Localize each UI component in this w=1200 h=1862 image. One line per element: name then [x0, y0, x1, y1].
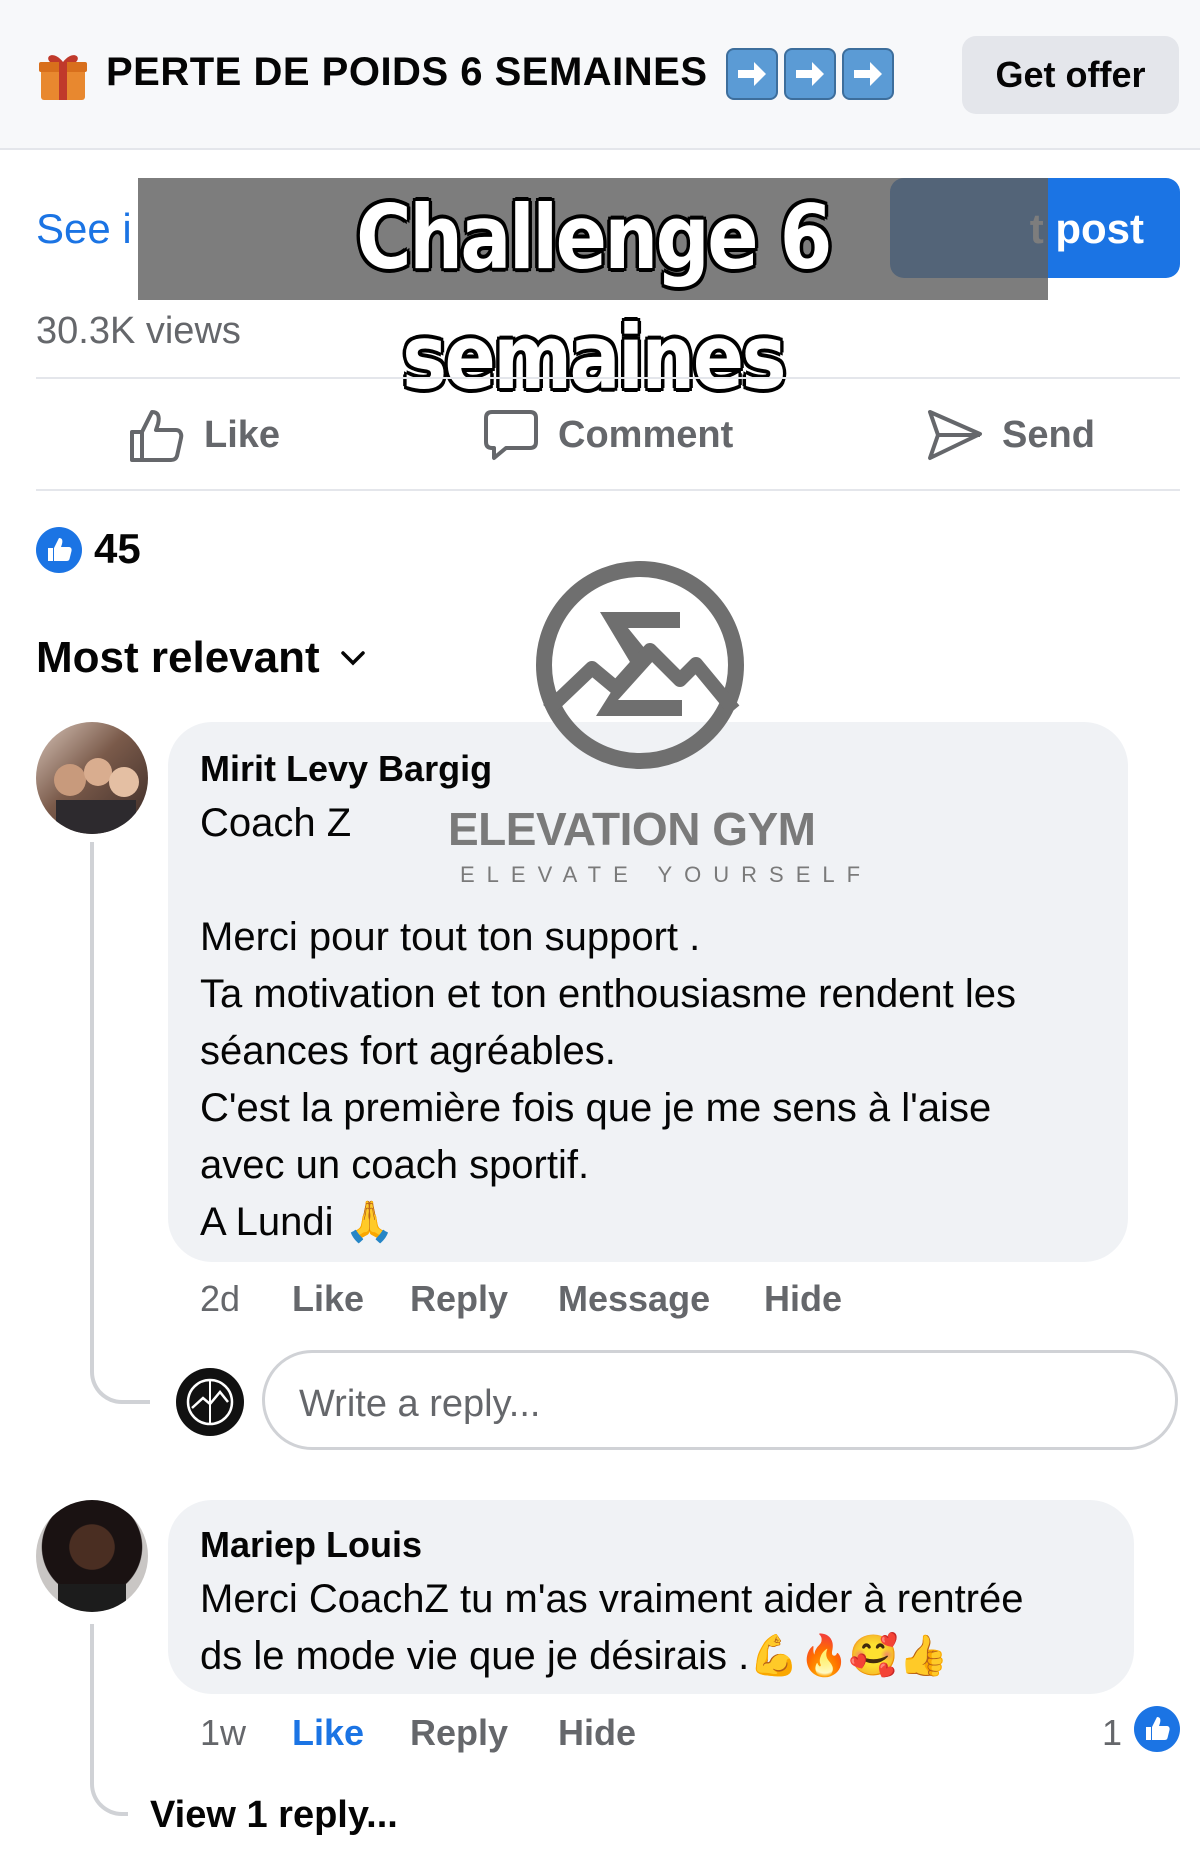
comment-like-count[interactable]: 1	[1102, 1712, 1122, 1754]
right-arrow-icon	[784, 48, 836, 100]
gym-tagline: ELEVATE YOURSELF	[460, 862, 873, 887]
right-arrow-icon	[842, 48, 894, 100]
like-action-button[interactable]: Like	[128, 400, 280, 470]
elevation-gym-logo	[530, 560, 750, 770]
send-action-label: Send	[1002, 413, 1095, 456]
comment-timestamp: 1w	[200, 1712, 247, 1753]
comment-like-button[interactable]: Like	[292, 1712, 364, 1754]
get-offer-button[interactable]: Get offer	[962, 36, 1179, 114]
speech-bubble-icon	[484, 410, 538, 460]
comment-timestamp: 2d	[200, 1278, 241, 1319]
comment-reply-button[interactable]: Reply	[410, 1278, 508, 1320]
gift-icon	[36, 48, 90, 102]
page-avatar	[176, 1368, 244, 1436]
caption-text: Challenge 6 semaines	[356, 186, 832, 409]
comment-sort-dropdown[interactable]: Most relevant	[36, 633, 366, 683]
comment-action-button[interactable]: Comment	[482, 400, 733, 470]
view-count: 30.3K views	[36, 310, 241, 352]
reply-input[interactable]: Write a reply...	[262, 1350, 1178, 1450]
send-icon	[928, 410, 982, 460]
comment-action-label: Comment	[558, 413, 734, 456]
like-reaction-icon	[1134, 1706, 1180, 1752]
video-caption-overlay: Challenge 6 semaines	[138, 178, 1048, 409]
send-action-button[interactable]: Send	[926, 400, 1095, 470]
comment-message-button[interactable]: Message	[558, 1278, 710, 1320]
comment-hide-button[interactable]: Hide	[558, 1712, 636, 1754]
comment-reply-button[interactable]: Reply	[410, 1712, 508, 1754]
gym-name: ELEVATION GYM	[448, 803, 816, 855]
thread-line	[90, 842, 150, 1404]
avatar[interactable]	[36, 722, 148, 834]
divider	[36, 489, 1180, 491]
thumbs-up-icon	[130, 410, 184, 462]
chevron-down-icon	[340, 651, 365, 666]
thread-line	[90, 1624, 128, 1816]
like-action-label: Like	[204, 413, 281, 456]
avatar[interactable]	[36, 1500, 148, 1612]
comment-text: Merci CoachZ tu m'as vraiment aider à re…	[200, 1577, 1024, 1678]
view-replies-link[interactable]: View 1 reply...	[150, 1794, 398, 1837]
see-insights-link[interactable]: See i	[36, 205, 132, 253]
offer-title: PERTE DE POIDS 6 SEMAINES	[106, 50, 708, 94]
sort-label: Most relevant	[36, 633, 320, 682]
reaction-count[interactable]: 45	[94, 525, 141, 573]
comment-author[interactable]: Mariep Louis	[200, 1524, 422, 1566]
comment-author[interactable]: Mirit Levy Bargig	[200, 748, 492, 790]
comment-hide-button[interactable]: Hide	[764, 1278, 842, 1320]
comment-like-button[interactable]: Like	[292, 1278, 364, 1320]
right-arrow-icon	[726, 48, 778, 100]
like-reaction-icon	[36, 527, 82, 573]
divider	[36, 377, 1180, 379]
